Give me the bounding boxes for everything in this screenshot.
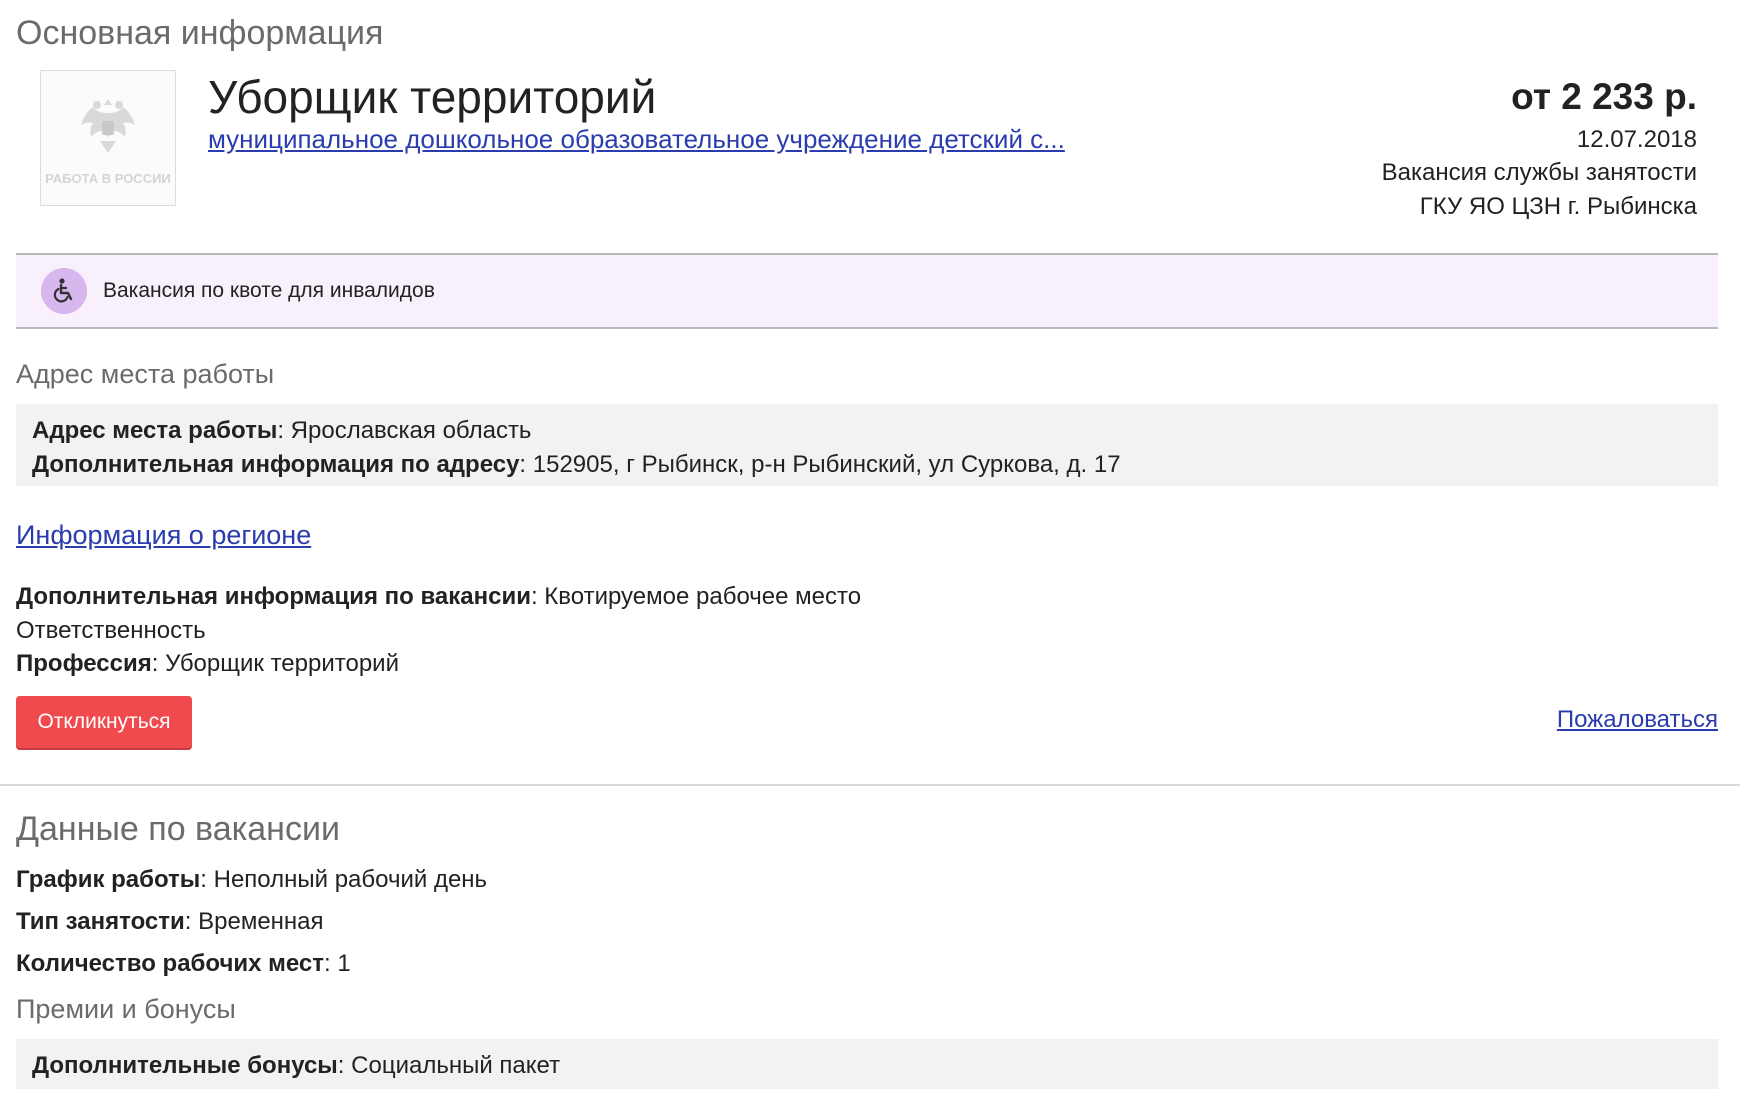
bonuses-value: Социальный пакет bbox=[351, 1052, 561, 1079]
work-address-value: Ярославская область bbox=[290, 417, 532, 444]
address-block: Адрес места работы: Ярославская область … bbox=[16, 404, 1718, 486]
complain-link[interactable]: Пожаловаться bbox=[1557, 706, 1718, 734]
section-divider bbox=[0, 784, 1740, 786]
employment-type-row: Тип занятости: Временная bbox=[16, 908, 324, 935]
bonuses-section-title: Премии и бонусы bbox=[16, 994, 236, 1024]
schedule-row: График работы: Неполный рабочий день bbox=[16, 866, 488, 893]
responsibility-line: Ответственность bbox=[16, 617, 206, 644]
logo-text: РАБОТА В РОССИИ bbox=[45, 170, 171, 186]
vacancy-extra-row: Дополнительная информация по вакансии: К… bbox=[16, 583, 862, 610]
profession-label: Профессия bbox=[16, 650, 152, 677]
vacancy-extra-label: Дополнительная информация по вакансии bbox=[16, 583, 531, 610]
disability-quota-banner: Вакансия по квоте для инвалидов bbox=[16, 253, 1718, 329]
vacancy-date: 12.07.2018 bbox=[1576, 126, 1697, 153]
coat-of-arms-icon bbox=[81, 98, 135, 153]
employment-type-label: Тип занятости bbox=[16, 908, 185, 935]
bonuses-row: Дополнительные бонусы: Социальный пакет bbox=[32, 1052, 561, 1079]
job-title: Уборщик территорий bbox=[208, 71, 657, 123]
extra-address-value: 152905, г Рыбинск, р-н Рыбинский, ул Сур… bbox=[532, 451, 1121, 478]
work-address-label: Адрес места работы bbox=[32, 417, 278, 444]
places-count-value: 1 bbox=[337, 950, 351, 977]
places-count-row: Количество рабочих мест: 1 bbox=[16, 950, 351, 977]
employer-logo: РАБОТА В РОССИИ bbox=[40, 70, 176, 206]
employer-link[interactable]: муниципальное дошкольное образовательное… bbox=[208, 124, 1065, 155]
schedule-label: График работы bbox=[16, 866, 201, 893]
employment-type-value: Временная bbox=[198, 908, 324, 935]
vacancy-data-title: Данные по вакансии bbox=[16, 810, 340, 848]
profession-row: Профессия: Уборщик территорий bbox=[16, 650, 399, 677]
places-count-label: Количество рабочих мест bbox=[16, 950, 325, 977]
salary: от 2 233 р. bbox=[1511, 76, 1697, 117]
vacancy-page: Основная информация РАБОТА В РОССИИ Убор… bbox=[0, 0, 1740, 1111]
wheelchair-icon bbox=[41, 268, 87, 314]
address-section-title: Адрес места работы bbox=[16, 359, 275, 389]
main-info-title: Основная информация bbox=[16, 14, 384, 52]
bonuses-label: Дополнительные бонусы bbox=[32, 1052, 338, 1079]
vacancy-source: Вакансия службы занятости bbox=[1381, 159, 1697, 186]
schedule-value: Неполный рабочий день bbox=[213, 866, 488, 893]
extra-address-row: Дополнительная информация по адресу: 152… bbox=[32, 451, 1121, 478]
profession-value: Уборщик территорий bbox=[165, 650, 399, 677]
vacancy-extra-value: Квотируемое рабочее место bbox=[544, 583, 862, 610]
quota-text: Вакансия по квоте для инвалидов bbox=[103, 279, 435, 302]
respond-button[interactable]: Откликнуться bbox=[16, 696, 192, 748]
bonuses-block: Дополнительные бонусы: Социальный пакет bbox=[16, 1039, 1718, 1089]
extra-address-label: Дополнительная информация по адресу bbox=[32, 451, 520, 478]
employment-agency: ГКУ ЯО ЦЗН г. Рыбинска bbox=[1419, 193, 1697, 220]
region-info-link[interactable]: Информация о регионе bbox=[16, 520, 311, 551]
work-address-row: Адрес места работы: Ярославская область bbox=[32, 417, 532, 444]
